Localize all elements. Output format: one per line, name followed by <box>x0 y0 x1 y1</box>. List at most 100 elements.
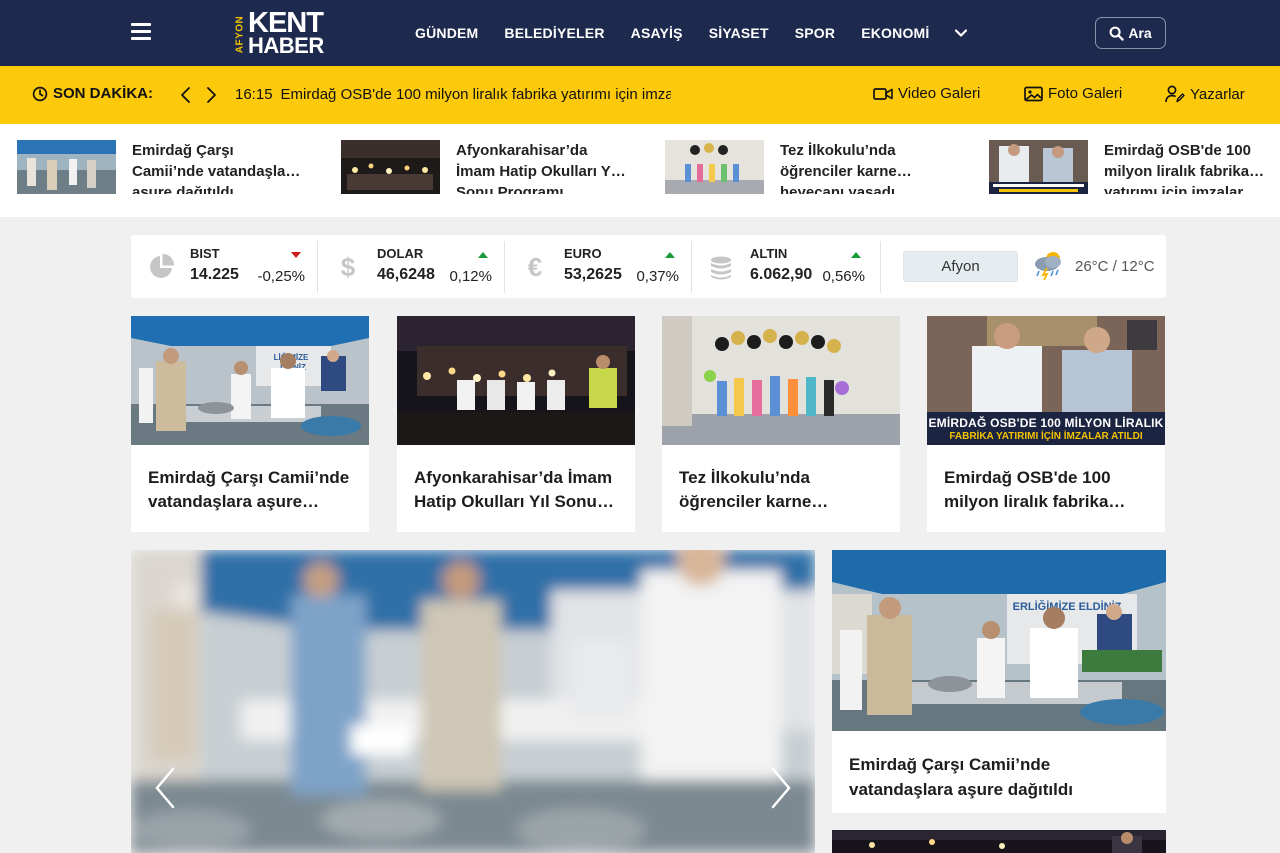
strip-item[interactable]: Tez İlkokulu’nda öğrenciler karne heyeca… <box>665 140 950 194</box>
market-change: -0,25% <box>257 268 305 285</box>
site-logo[interactable]: AFYON KENT HABER <box>234 9 325 59</box>
trend-up-icon <box>478 252 488 258</box>
strip-item[interactable]: Emirdağ OSB'de 100 milyon liralık fabrik… <box>989 140 1274 194</box>
pie-chart-icon <box>150 253 175 278</box>
breaking-headline[interactable]: 16:15 Emirdağ OSB'de 100 milyon liralık f… <box>235 86 671 106</box>
news-title: Tez İlkokulu’nda öğrenciler karne heyeca… <box>679 468 812 511</box>
slider-prev-icon[interactable] <box>153 766 177 810</box>
nav-spor[interactable]: SPOR <box>795 25 835 41</box>
news-image-caption: EMİRDAĞ OSB'DE 100 MİLYON LİRALIK <box>928 416 1164 430</box>
nav-gundem[interactable]: GÜNDEM <box>415 25 478 41</box>
search-label: Ara <box>1128 25 1152 41</box>
breaking-time: 16:15 <box>235 86 273 103</box>
storm-cloud-icon <box>1035 252 1061 281</box>
svg-text:$: $ <box>341 253 356 281</box>
news-card[interactable]: LİĞİMİZE LDİNİZ Emirdağ Çarşı Camii’nde … <box>131 316 369 532</box>
photo-gallery-label: Foto Galeri <box>1048 85 1123 102</box>
chevron-left-icon[interactable] <box>176 85 196 105</box>
market-change: 0,37% <box>636 268 679 285</box>
market-name: ALTIN <box>750 246 788 261</box>
news-card[interactable]: EMİRDAĞ OSB'DE 100 MİLYON LİRALIK FABRİK… <box>927 316 1165 532</box>
news-image: LİĞİMİZE LDİNİZ <box>131 316 369 445</box>
market-item-altin[interactable]: ALTIN 6.062,90 0,56% <box>691 235 877 298</box>
clock-icon <box>32 86 48 101</box>
nav-ekonomi[interactable]: EKONOMİ <box>861 25 929 41</box>
market-name: BIST <box>190 246 220 261</box>
news-title: Emirdağ Çarşı Camii’nde vatandaşlara aşu… <box>148 468 350 511</box>
logo-bottom-text: HABER <box>248 33 324 58</box>
search-icon <box>1109 26 1125 41</box>
trend-down-icon <box>291 252 301 258</box>
market-value: 46,6248 <box>377 266 435 283</box>
chevron-right-icon[interactable] <box>201 85 221 105</box>
slider-image <box>131 550 815 853</box>
breaking-news-bar: SON DAKİKA: 16:15 Emirdağ OSB'de 100 mily… <box>0 66 1280 124</box>
breaking-label: SON DAKİKA: <box>32 85 153 102</box>
temperature: 26°C / 12°C <box>1075 258 1155 275</box>
banner-text: ERLİĞİMİZE ELDİNİZ <box>1013 600 1122 613</box>
headline-strip: Emirdağ Çarşı Camii’nde vatandaşlara aşu… <box>0 124 1280 217</box>
market-value: 6.062,90 <box>750 266 813 283</box>
slider-next-icon[interactable] <box>769 766 793 810</box>
news-image-subcaption: FABRİKA YATIRIMI İÇİN İMZALAR ATILDI <box>949 431 1143 442</box>
euro-icon: € <box>528 253 542 281</box>
video-camera-icon <box>873 87 893 100</box>
site-header: AFYON KENT HABER GÜNDEM BELEDİYELER ASAY… <box>0 0 1280 66</box>
search-button[interactable]: Ara <box>1095 17 1166 49</box>
strip-thumbnail <box>989 140 1088 194</box>
news-title: Afyonkarahisar’da İmam Hatip Okulları Yı… <box>414 468 613 511</box>
writers-link[interactable]: Yazarlar <box>1165 85 1245 103</box>
headline-slider[interactable] <box>131 550 815 853</box>
breaking-label-text: SON DAKİKA: <box>53 85 153 102</box>
strip-title: Emirdağ Çarşı Camii’nde vatandaşlara aşu… <box>132 142 300 194</box>
featured-side-card[interactable]: ERLİĞİMİZE ELDİNİZ Emirdağ Çarşı Camii’n… <box>832 550 1166 813</box>
chevron-down-icon[interactable] <box>954 26 968 40</box>
strip-thumbnail <box>17 140 116 194</box>
writers-label: Yazarlar <box>1190 85 1245 103</box>
market-item-dolar[interactable]: $ DOLAR 46,6248 0,12% <box>318 235 504 298</box>
market-name: DOLAR <box>377 246 424 261</box>
nav-asayis[interactable]: ASAYİŞ <box>631 25 683 41</box>
video-gallery-link[interactable]: Video Galeri <box>873 85 980 102</box>
news-image: ERLİĞİMİZE ELDİNİZ <box>832 550 1166 731</box>
news-image <box>832 830 1166 853</box>
photo-gallery-link[interactable]: Foto Galeri <box>1024 85 1122 102</box>
strip-thumbnail <box>665 140 764 194</box>
strip-title: Emirdağ OSB'de 100 milyon liralık fabrik… <box>1104 142 1251 194</box>
market-value: 53,2625 <box>564 266 622 283</box>
market-change: 0,12% <box>449 268 492 285</box>
market-item-euro[interactable]: € EURO 53,2625 0,37% <box>505 235 691 298</box>
strip-item[interactable]: Emirdağ Çarşı Camii’nde vatandaşlara aşu… <box>17 140 302 194</box>
market-change: 0,56% <box>822 268 865 285</box>
video-gallery-label: Video Galeri <box>898 85 981 102</box>
news-title: Emirdağ Çarşı Camii’nde vatandaşlara aşu… <box>849 755 1073 799</box>
strip-thumbnail <box>341 140 440 194</box>
image-icon <box>1024 86 1043 101</box>
logo-side-text: AFYON <box>234 15 246 54</box>
dollar-icon: $ <box>341 253 356 281</box>
news-card[interactable]: Tez İlkokulu’nda öğrenciler karne heyeca… <box>662 316 900 532</box>
market-bar: BIST 14.225 -0,25% $ DOLAR 46,6248 0,12%… <box>131 235 1166 298</box>
svg-text:€: € <box>528 253 542 281</box>
nav-belediyeler[interactable]: BELEDİYELER <box>504 25 604 41</box>
main-nav: GÜNDEM BELEDİYELER ASAYİŞ SİYASET SPOR E… <box>415 0 968 66</box>
news-card[interactable]: Afyonkarahisar’da İmam Hatip Okulları Yı… <box>397 316 635 532</box>
trend-up-icon <box>851 252 861 258</box>
divider <box>880 241 881 293</box>
trend-up-icon <box>665 252 675 258</box>
market-item-bist[interactable]: BIST 14.225 -0,25% <box>131 235 317 298</box>
strip-item[interactable]: Afyonkarahisar’da İmam Hatip Okulları Yı… <box>341 140 626 194</box>
menu-icon[interactable] <box>131 23 151 41</box>
nav-siyaset[interactable]: SİYASET <box>709 25 769 41</box>
news-image <box>662 316 900 445</box>
market-name: EURO <box>564 246 602 261</box>
news-card-partial[interactable] <box>832 830 1166 853</box>
user-edit-icon <box>1165 85 1185 103</box>
strip-title: Tez İlkokulu’nda öğrenciler karne heyeca… <box>780 142 897 194</box>
news-image <box>397 316 635 445</box>
market-value: 14.225 <box>190 266 239 283</box>
city-selector[interactable]: Afyon <box>903 251 1018 282</box>
coins-icon <box>711 256 731 280</box>
strip-title: Afyonkarahisar’da İmam Hatip Okulları Yı… <box>456 142 620 194</box>
breaking-text: Emirdağ OSB'de 100 milyon liralık fabrik… <box>280 86 671 103</box>
